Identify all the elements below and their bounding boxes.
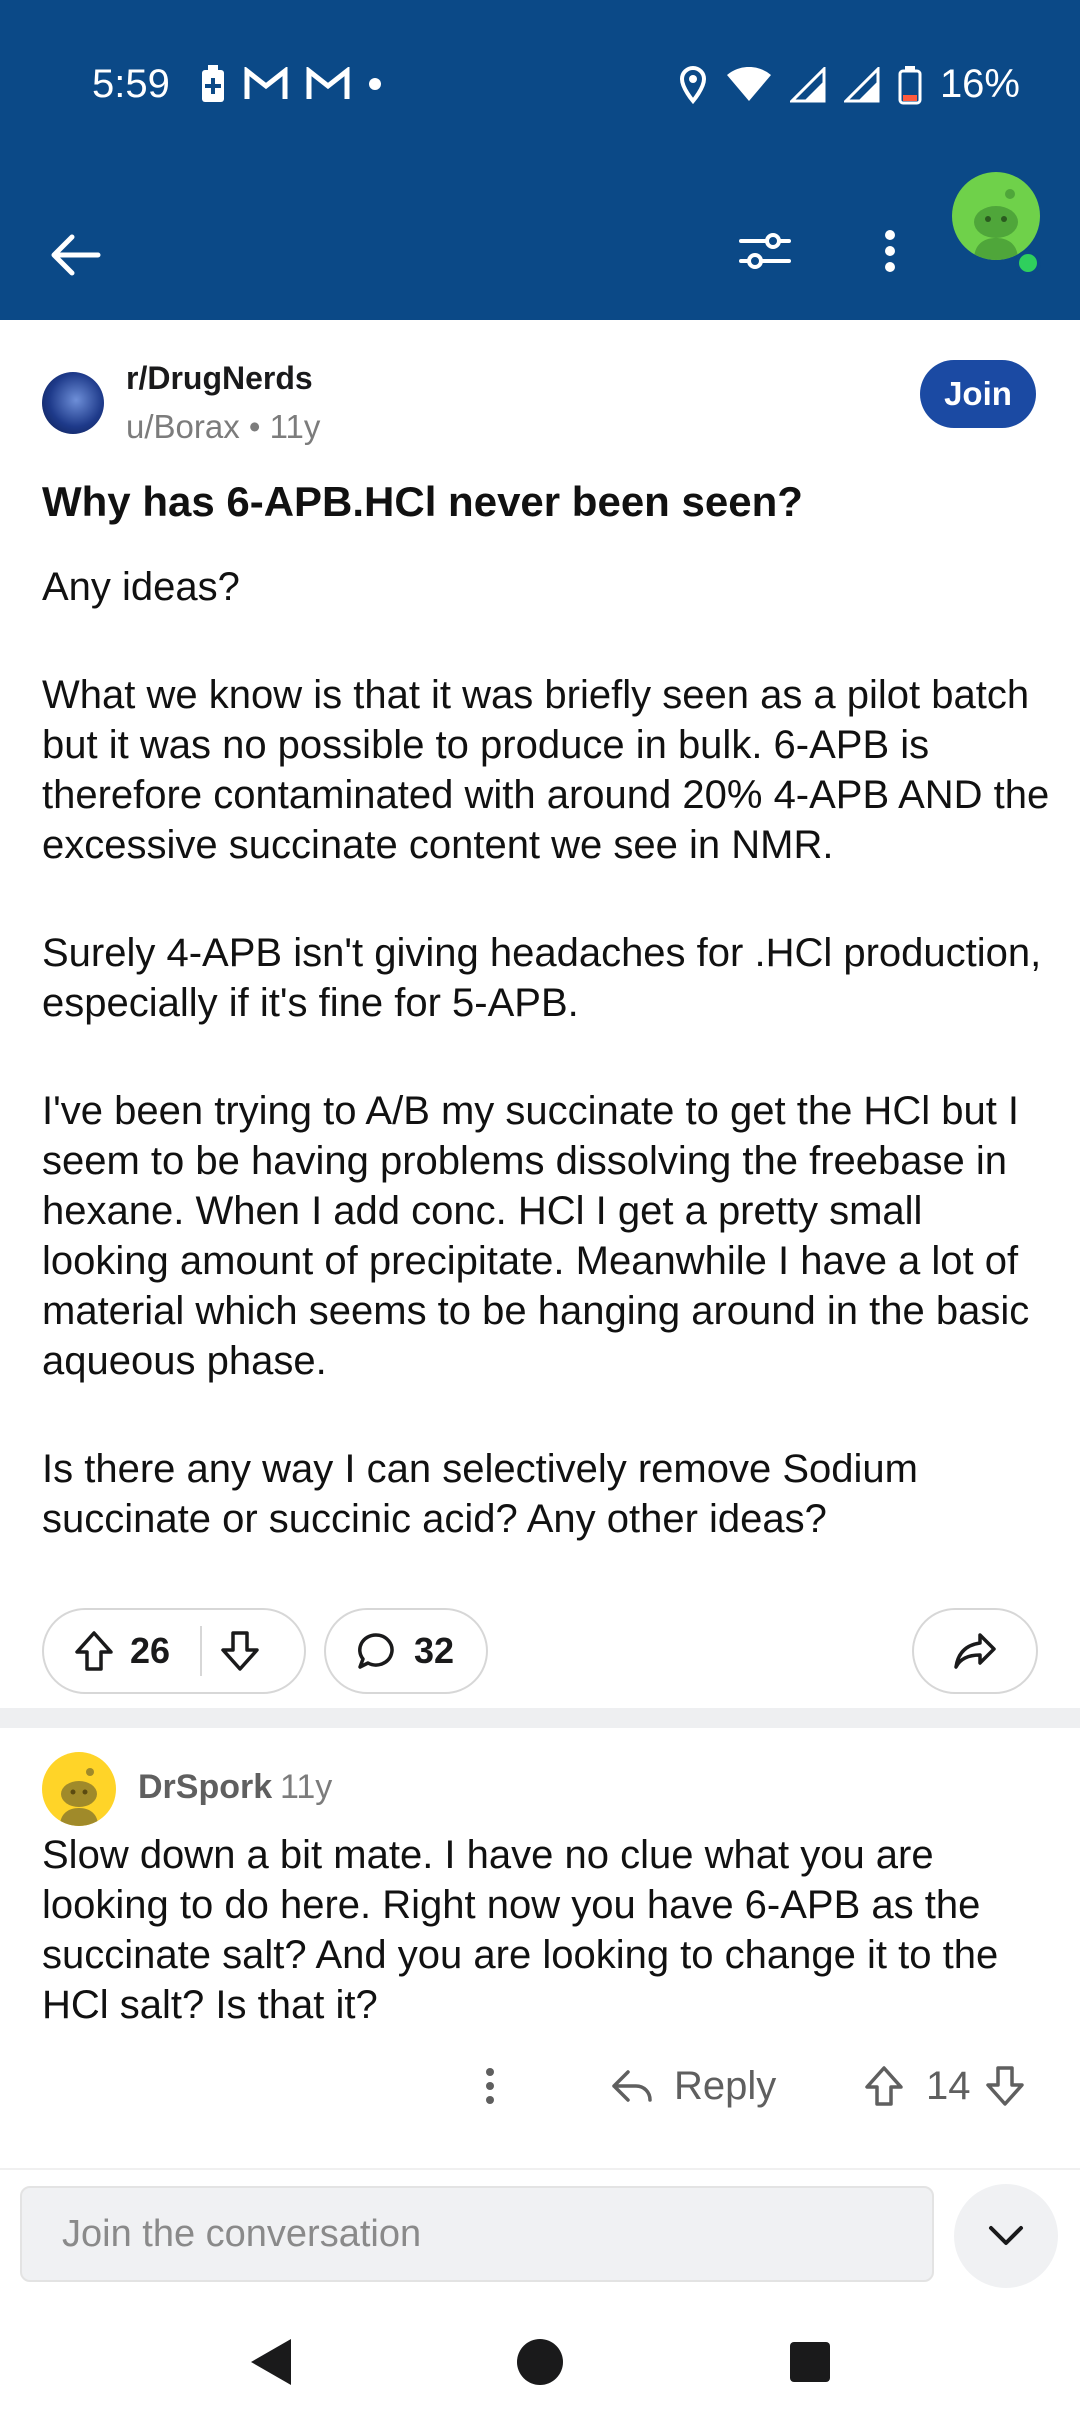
reply-arrow-icon [612,2070,652,2102]
post-age: 11y [269,408,321,445]
toolbar [0,160,1080,320]
share-arrow-icon [954,1633,996,1669]
comment-bubble-icon [356,1631,396,1671]
battery-percent: 16% [939,62,1020,106]
more-vertical-icon [885,230,895,272]
dot-icon [369,78,381,90]
vote-pill: 26 [42,1608,306,1694]
system-status-icons: 16% [678,62,1020,107]
sliders-icon [739,233,791,269]
system-back-button[interactable] [240,2332,300,2392]
comment-age: 11y [280,1768,333,1806]
upvote-button[interactable] [58,1621,130,1681]
back-button[interactable] [40,220,110,290]
signal-icon [843,66,880,102]
share-button[interactable] [912,1608,1038,1694]
battery-icon [898,65,922,104]
post-paragraph: I've been trying to A/B my succinate to … [42,1089,1030,1383]
comment-downvote-button[interactable] [985,2065,1025,2107]
comment-vote-row: 14 [864,2056,1025,2116]
comment-author-avatar[interactable] [42,1752,116,1826]
system-recents-button[interactable] [780,2332,840,2392]
status-time: 5:59 [92,62,170,106]
wifi-icon [726,66,771,101]
more-vertical-icon [486,2068,494,2104]
post-title: Why has 6-APB.HCl never been seen? [42,478,803,525]
comment-body: Slow down a bit mate. I have no clue wha… [42,1833,999,2027]
signal-icon [789,66,826,102]
circle-home-icon [517,2339,563,2385]
arrow-left-icon [51,234,101,276]
section-divider [0,1708,1080,1728]
upvote-arrow-icon [865,2066,903,2106]
comments-button[interactable]: 32 [324,1608,488,1694]
post-author[interactable]: u/Borax [126,408,240,445]
system-nav-bar [0,2300,1080,2424]
post-paragraph: Any ideas? [42,565,240,609]
post-paragraph: Surely 4-APB isn't giving headaches for … [42,931,1042,1025]
status-bar: 5:59 16% [0,50,1080,130]
comment-upvote-button[interactable] [864,2065,904,2107]
reply-label: Reply [674,2063,777,2108]
snoo-avatar-icon [60,1768,98,1826]
post-paragraph: Is there any way I can selectively remov… [42,1447,918,1541]
user-avatar[interactable] [952,172,1040,260]
subreddit-avatar[interactable] [42,372,104,434]
subreddit-name[interactable]: r/DrugNerds [126,360,313,397]
square-recents-icon [790,2342,830,2382]
battery-saver-icon [202,65,224,102]
comment-author[interactable]: DrSpork [138,1768,272,1807]
post-paragraph: What we know is that it was briefly seen… [42,673,1050,867]
downvote-arrow-icon [985,2066,1024,2106]
gmail-icon [306,67,350,99]
post-body: Any ideas? What we know is that it was b… [42,562,1052,1602]
collapse-comments-button[interactable] [954,2184,1058,2288]
triangle-back-icon [251,2339,291,2385]
gmail-icon [244,67,288,99]
meta-separator: • [248,408,270,445]
downvote-arrow-icon [221,1631,259,1671]
post-meta: u/Borax • 11y [126,408,320,446]
comment-count: 32 [414,1630,455,1671]
reply-button[interactable]: Reply [610,2056,776,2116]
upvote-count: 26 [130,1630,171,1671]
comment-more-button[interactable] [484,2056,496,2116]
chevron-down-icon [989,2226,1023,2245]
online-status-dot [1015,250,1041,276]
join-button[interactable]: Join [920,360,1036,428]
app-header: 5:59 16% [0,0,1080,320]
filter-button[interactable] [730,216,800,286]
snoo-avatar-icon [974,189,1018,260]
upvote-arrow-icon [75,1631,113,1671]
comment-vote-count: 14 [926,2063,971,2108]
system-home-button[interactable] [510,2332,570,2392]
notification-icons [200,64,382,104]
overflow-menu-button[interactable] [855,216,925,286]
downvote-button[interactable] [202,1621,278,1681]
comment-input[interactable]: Join the conversation [20,2186,934,2282]
location-icon [679,65,706,104]
